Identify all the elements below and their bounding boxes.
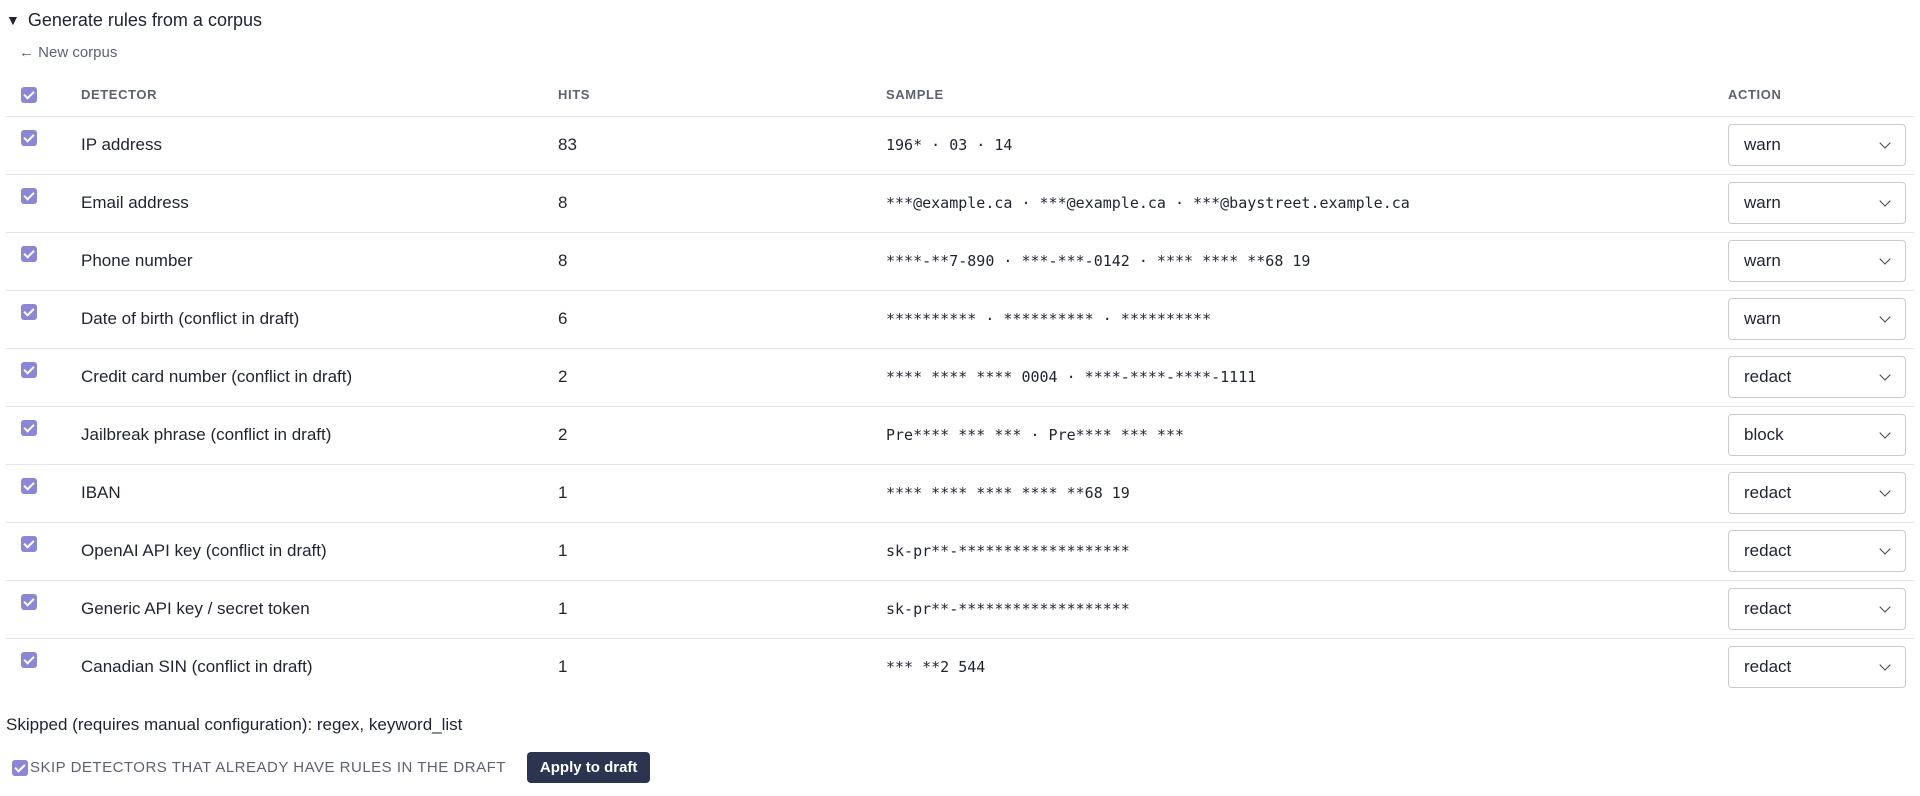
apply-to-draft-button[interactable]: Apply to draft <box>526 752 651 783</box>
action-value: redact <box>1744 599 1792 618</box>
section-toggle[interactable]: ▼ Generate rules from a corpus <box>6 0 1914 40</box>
detector-name: Email address <box>81 174 558 233</box>
row-checkbox[interactable] <box>21 419 37 436</box>
action-value: warn <box>1744 251 1781 270</box>
table-row: Jailbreak phrase (conflict in draft) 2 P… <box>6 406 1914 465</box>
action-select[interactable]: warn <box>1728 182 1906 224</box>
sample-text: sk-pr**-******************* <box>886 600 1130 618</box>
table-row: Credit card number (conflict in draft) 2… <box>6 348 1914 407</box>
table-row: IP address 83 196* · 03 · 14 warn <box>6 116 1914 175</box>
row-checkbox[interactable] <box>21 477 37 494</box>
action-value: redact <box>1744 657 1792 677</box>
action-value: warn <box>1744 135 1781 154</box>
row-checkbox[interactable] <box>21 651 37 668</box>
row-checkbox[interactable] <box>21 245 37 262</box>
header-action: ACTION <box>1728 74 1914 117</box>
detector-name: IBAN <box>81 464 558 523</box>
row-checkbox[interactable] <box>21 593 37 610</box>
row-checkbox[interactable] <box>21 535 37 552</box>
section-title: Generate rules from a corpus <box>27 9 262 30</box>
sample-text: sk-pr**-******************* <box>886 542 1130 560</box>
action-select[interactable]: warn <box>1728 124 1906 166</box>
detector-name: Date of birth (conflict in draft) <box>81 290 558 349</box>
detector-name: Phone number <box>81 232 558 291</box>
skipped-detectors-note: Skipped (requires manual configuration):… <box>6 715 463 734</box>
table-row: Phone number 8 ****-**7-890 · ***-***-01… <box>6 232 1914 291</box>
sample-text: ********** · ********** · ********** <box>886 310 1212 328</box>
action-select[interactable]: redact <box>1728 588 1906 630</box>
action-select[interactable]: redact <box>1728 646 1906 689</box>
header-detector: DETECTOR <box>81 74 558 117</box>
detector-name: Jailbreak phrase (conflict in draft) <box>81 406 558 465</box>
hits-count: 83 <box>558 116 886 175</box>
chevron-down-icon <box>1879 659 1891 671</box>
table-row: Canadian SIN (conflict in draft) 1 *** *… <box>6 638 1914 696</box>
action-select[interactable]: redact <box>1728 530 1906 572</box>
chevron-down-icon <box>1879 543 1891 555</box>
hits-count: 2 <box>558 406 886 465</box>
chevron-down-icon <box>1879 137 1891 149</box>
action-select[interactable]: warn <box>1728 240 1906 282</box>
select-all-checkbox[interactable] <box>21 87 37 104</box>
detector-name: Canadian SIN (conflict in draft) <box>81 657 313 677</box>
header-hits: HITS <box>558 74 886 117</box>
row-checkbox[interactable] <box>21 361 37 378</box>
chevron-down-icon <box>1879 601 1891 613</box>
chevron-down-icon <box>1879 485 1891 497</box>
table-row: IBAN 1 **** **** **** **** **68 19 redac… <box>6 464 1914 523</box>
action-value: redact <box>1744 541 1792 560</box>
hits-count: 6 <box>558 290 886 349</box>
chevron-down-icon <box>1879 369 1891 381</box>
hits-count: 8 <box>558 232 886 291</box>
skip-existing-checkbox[interactable] <box>12 759 28 776</box>
sample-text: ***@example.ca · ***@example.ca · ***@ba… <box>886 194 1410 212</box>
detector-name: OpenAI API key (conflict in draft) <box>81 522 558 581</box>
table-row: Generic API key / secret token 1 sk-pr**… <box>6 580 1914 639</box>
footer-actions: SKIP DETECTORS THAT ALREADY HAVE RULES I… <box>6 752 1914 783</box>
action-value: warn <box>1744 309 1781 328</box>
sample-text: *** **2 544 <box>886 658 986 677</box>
action-value: warn <box>1744 193 1781 212</box>
hits-count: 8 <box>558 174 886 233</box>
sample-text: ****-**7-890 · ***-***-0142 · **** **** … <box>886 252 1311 270</box>
detector-table: DETECTOR HITS SAMPLE ACTION IP address 8… <box>6 74 1914 696</box>
detector-name: Generic API key / secret token <box>81 580 558 639</box>
chevron-down-icon <box>1879 427 1891 439</box>
hits-count: 1 <box>558 580 886 639</box>
hits-count: 1 <box>558 522 886 581</box>
sample-text: 196* · 03 · 14 <box>886 136 1013 154</box>
action-value: redact <box>1744 483 1792 502</box>
hits-count: 1 <box>558 657 568 677</box>
table-header-row: DETECTOR HITS SAMPLE ACTION <box>6 74 1914 117</box>
new-corpus-link[interactable]: ← New corpus <box>19 40 117 66</box>
corpus-rules-panel: ▼ Generate rules from a corpus ← New cor… <box>0 0 1920 783</box>
skip-existing-label[interactable]: SKIP DETECTORS THAT ALREADY HAVE RULES I… <box>30 759 506 776</box>
row-checkbox[interactable] <box>21 303 37 320</box>
detector-name: Credit card number (conflict in draft) <box>81 348 558 407</box>
table-row: OpenAI API key (conflict in draft) 1 sk-… <box>6 522 1914 581</box>
action-value: redact <box>1744 367 1792 386</box>
action-select[interactable]: redact <box>1728 472 1906 514</box>
sample-text: **** **** **** 0004 · ****-****-****-111… <box>886 368 1257 386</box>
header-sample: SAMPLE <box>886 74 1728 117</box>
sample-text: Pre**** *** *** · Pre**** *** *** <box>886 426 1185 444</box>
detector-name: IP address <box>81 116 558 175</box>
expanded-triangle-icon: ▼ <box>6 12 20 28</box>
chevron-down-icon <box>1879 311 1891 323</box>
row-checkbox[interactable] <box>21 129 37 146</box>
sample-text: **** **** **** **** **68 19 <box>886 484 1130 502</box>
row-checkbox[interactable] <box>21 187 37 204</box>
action-select[interactable]: redact <box>1728 356 1906 398</box>
hits-count: 2 <box>558 348 886 407</box>
chevron-down-icon <box>1879 195 1891 207</box>
action-select[interactable]: warn <box>1728 298 1906 340</box>
table-row: Email address 8 ***@example.ca · ***@exa… <box>6 174 1914 233</box>
action-select[interactable]: block <box>1728 414 1906 456</box>
action-value: block <box>1744 425 1784 444</box>
chevron-down-icon <box>1879 253 1891 265</box>
table-row: Date of birth (conflict in draft) 6 ****… <box>6 290 1914 349</box>
hits-count: 1 <box>558 464 886 523</box>
